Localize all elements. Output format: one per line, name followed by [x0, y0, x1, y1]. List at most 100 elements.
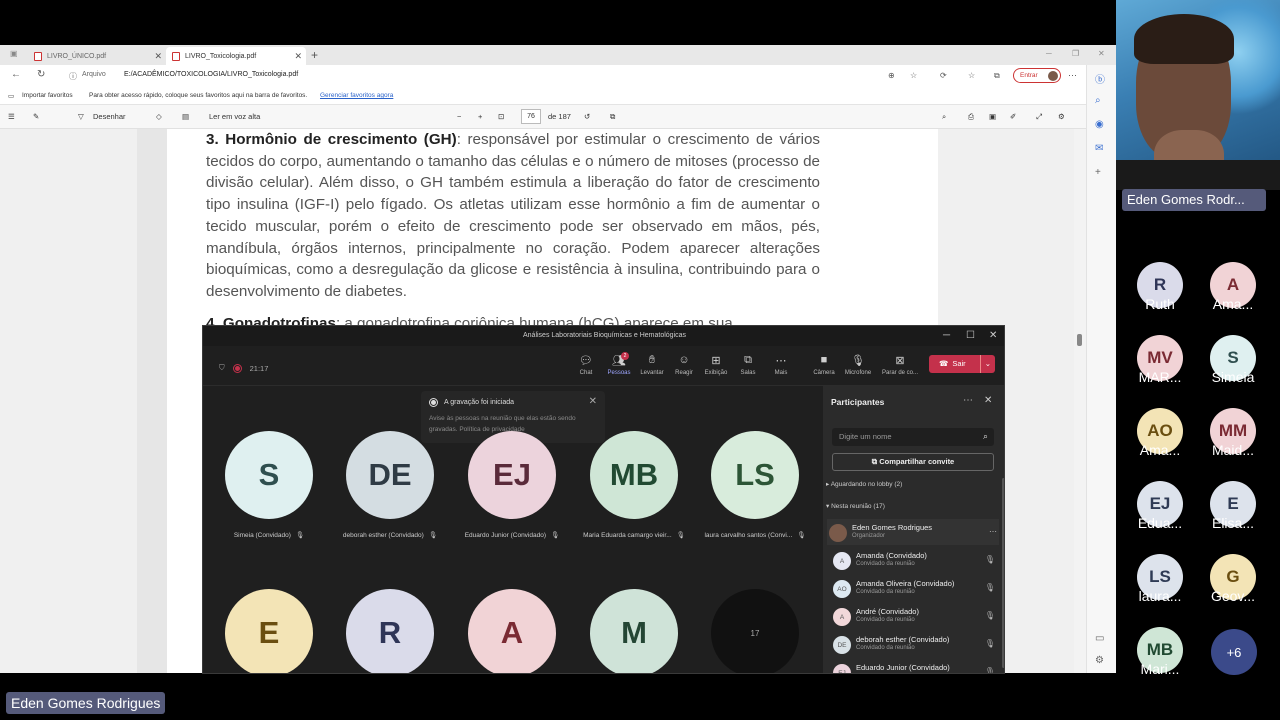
close-icon[interactable]: ✕: [294, 51, 302, 62]
microphone-button[interactable]: 🎙︎ Microfone: [841, 354, 875, 376]
search-icon[interactable]: ⌕: [1095, 95, 1101, 106]
sidebar-toggle-icon[interactable]: ▭: [1095, 633, 1104, 644]
camera-button[interactable]: ■ Câmera: [807, 354, 841, 376]
participant-row[interactable]: DE deborah esther (Convidado) Convidado da…: [831, 631, 997, 657]
mic-off-icon: 🎙︎: [295, 532, 305, 539]
url-field[interactable]: E:/ACADÊMICO/TOXICOLOGIA/LIVRO_Toxicolog…: [124, 71, 298, 78]
rooms-button[interactable]: ⧉ Salas: [731, 354, 765, 376]
participant-avatar[interactable]: EJ: [468, 431, 556, 519]
collections-icon[interactable]: ⧉: [994, 71, 1000, 81]
favorites-icon[interactable]: ☆: [968, 71, 975, 80]
more-participants-button[interactable]: +6: [1211, 629, 1257, 675]
minimize-icon[interactable]: ─: [943, 330, 950, 341]
page-margin: [137, 129, 167, 673]
close-icon[interactable]: ✕: [989, 330, 997, 341]
lobby-section[interactable]: ▸ Aguardando no lobby (2): [826, 480, 902, 488]
sign-in-button[interactable]: Entrar: [1013, 68, 1061, 83]
panel-scrollbar[interactable]: [1002, 478, 1004, 668]
participant-avatar[interactable]: M: [590, 589, 678, 673]
contents-icon[interactable]: ☰: [8, 112, 15, 121]
panel-title: Participantes: [831, 397, 885, 407]
more-button[interactable]: ⋯ Mais: [764, 354, 798, 376]
people-button[interactable]: 👥︎ 2 Pessoas: [602, 352, 636, 376]
chevron-down-icon[interactable]: ⌄: [979, 355, 991, 373]
read-aloud-button[interactable]: Ler em voz alta: [209, 112, 260, 121]
participant-row[interactable]: A Amanda (Convidado) Convidado da reunião 🎙…: [831, 547, 997, 573]
mic-off-icon: 🎙︎: [676, 532, 685, 539]
zoom-icon[interactable]: ⊕: [888, 71, 895, 80]
draw-icon[interactable]: ▽: [78, 112, 84, 121]
settings-icon[interactable]: ⚙: [1095, 655, 1104, 666]
minimize-icon[interactable]: ─: [1046, 49, 1052, 58]
outlook-icon[interactable]: ✉: [1095, 143, 1103, 154]
stop-share-button[interactable]: ⊠ Parar de co...: [879, 354, 921, 376]
participant-avatar[interactable]: LS: [711, 431, 799, 519]
chat-button[interactable]: 💬︎ Chat: [569, 354, 603, 376]
people-badge: 2: [621, 352, 629, 360]
menu-icon[interactable]: ⋯: [1068, 70, 1077, 81]
tab-livro-unico[interactable]: LIVRO_ÚNICO.pdf ✕: [28, 47, 166, 65]
copilot-icon[interactable]: ⓑ: [1095, 71, 1105, 86]
participant-avatar[interactable]: E: [225, 589, 313, 673]
close-icon[interactable]: ✕: [589, 396, 597, 407]
settings-icon[interactable]: ⚙: [1058, 112, 1065, 121]
print-icon[interactable]: ⎙: [968, 112, 974, 122]
participant-row[interactable]: Eden Gomes Rodrigues Organizador ⋯: [827, 519, 999, 545]
manage-favorites-link[interactable]: Gerenciar favoritos agora: [320, 92, 393, 99]
save-icon[interactable]: ▣: [989, 112, 996, 121]
new-tab-icon[interactable]: +: [311, 48, 318, 62]
highlight-icon[interactable]: ✎: [33, 112, 39, 121]
page-number-input[interactable]: 76: [521, 109, 541, 124]
import-favorites-icon[interactable]: ▭: [8, 92, 14, 100]
in-meeting-section[interactable]: ▾ Nesta reunião (17): [826, 502, 885, 510]
pdf-scrollbar[interactable]: [1074, 129, 1086, 673]
participant-avatar[interactable]: R: [346, 589, 434, 673]
draw-button[interactable]: Desenhar: [93, 112, 126, 121]
more-icon[interactable]: ⋯: [989, 527, 997, 536]
maximize-icon[interactable]: ❐: [1072, 49, 1079, 58]
page-view-icon[interactable]: ⧉: [610, 112, 615, 122]
save-as-icon[interactable]: ✐: [1010, 112, 1016, 121]
presenter-shirt: [1116, 160, 1280, 190]
info-icon[interactable]: ⓘ: [69, 71, 77, 82]
add-favorite-icon[interactable]: ☆: [910, 71, 917, 80]
back-icon[interactable]: ←: [11, 69, 21, 80]
leave-button[interactable]: ☎ Sair ⌄: [929, 355, 995, 373]
refresh-icon[interactable]: ↻: [37, 69, 45, 80]
eraser-icon[interactable]: ◇: [156, 112, 162, 121]
tools-icon[interactable]: ◉: [1095, 119, 1104, 130]
hand-icon: ✋︎: [648, 354, 656, 366]
import-favorites-button[interactable]: Importar favoritos: [22, 92, 73, 99]
participant-row[interactable]: EJ Eduardo Junior (Convidado) 🎙︎: [831, 659, 997, 673]
zoom-out-button[interactable]: −: [457, 112, 461, 121]
react-button[interactable]: ☺ Reagir: [667, 354, 701, 376]
participant-avatar[interactable]: S: [225, 431, 313, 519]
close-icon[interactable]: ✕: [984, 395, 992, 406]
search-icon[interactable]: ⌕: [942, 112, 946, 122]
read-aloud-icon[interactable]: ▤: [182, 112, 189, 121]
fullscreen-icon[interactable]: ⤢: [1036, 112, 1042, 122]
close-window-icon[interactable]: ✕: [1098, 49, 1105, 58]
participant-row[interactable]: AO Amanda Oliveira (Convidado) Convidado d…: [831, 575, 997, 601]
close-icon[interactable]: ✕: [154, 51, 162, 62]
maximize-icon[interactable]: ☐: [966, 330, 975, 341]
raise-hand-button[interactable]: ✋︎ Levantar: [635, 354, 669, 376]
extensions-icon[interactable]: ⟳: [940, 71, 947, 80]
add-icon[interactable]: +: [1095, 167, 1101, 178]
view-button[interactable]: ⊞ Exibição: [699, 354, 733, 376]
more-icon[interactable]: ⋯: [963, 395, 973, 406]
rotate-icon[interactable]: ↺: [584, 112, 590, 121]
tab-livro-toxicologia[interactable]: LIVRO_Toxicologia.pdf ✕: [166, 47, 306, 65]
share-invite-button[interactable]: ⧉ Compartilhar convite: [832, 453, 994, 471]
participant-avatar[interactable]: DE: [346, 431, 434, 519]
more-participants-tile[interactable]: 17: [711, 589, 799, 673]
participant-row[interactable]: A André (Convidado) Convidado da reunião 🎙︎: [831, 603, 997, 629]
participant-avatar[interactable]: MB: [590, 431, 678, 519]
zoom-in-button[interactable]: +: [478, 112, 482, 121]
participant-avatar[interactable]: A: [468, 589, 556, 673]
scroll-thumb[interactable]: [1077, 334, 1082, 346]
tab-actions-icon[interactable]: ▣: [10, 49, 18, 58]
fit-page-icon[interactable]: ⊡: [498, 112, 504, 121]
search-input[interactable]: Digite um nome ⌕: [832, 428, 994, 446]
rooms-icon: ⧉: [744, 354, 752, 366]
